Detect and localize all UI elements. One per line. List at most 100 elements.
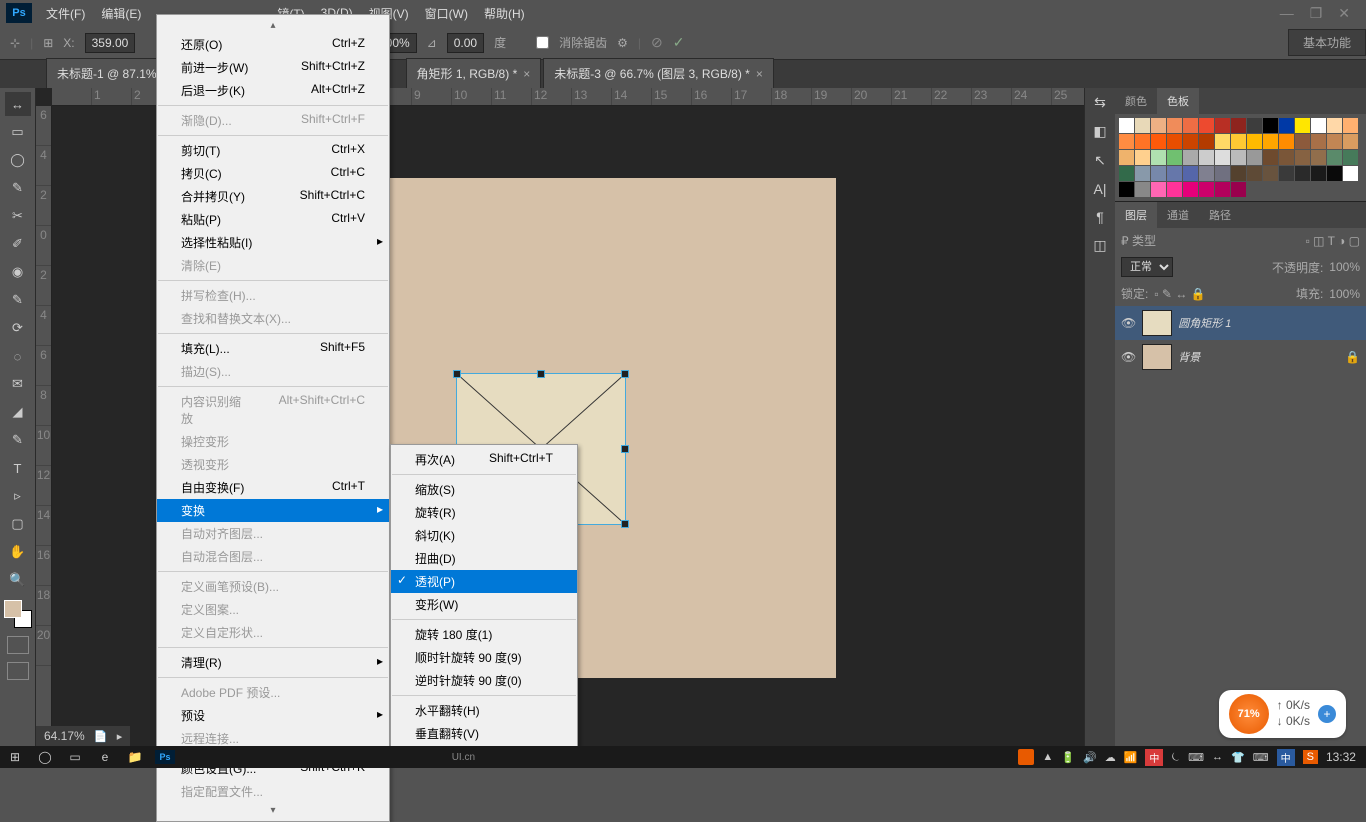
swatch[interactable] [1215, 182, 1230, 197]
submenu-item[interactable]: 旋转(R) [391, 501, 577, 524]
swatch[interactable] [1231, 150, 1246, 165]
swatch[interactable] [1231, 182, 1246, 197]
swatch[interactable] [1279, 166, 1294, 181]
menu-item[interactable]: 粘贴(P)Ctrl+V [157, 208, 389, 231]
expand-widget-icon[interactable]: + [1318, 705, 1336, 723]
handle-tr[interactable] [621, 370, 629, 378]
tab-paths[interactable]: 路径 [1199, 202, 1241, 228]
tool-0[interactable]: ↔ [5, 92, 31, 116]
swatch[interactable] [1263, 166, 1278, 181]
workspace-selector[interactable]: 基本功能 [1288, 29, 1366, 56]
swatch[interactable] [1295, 134, 1310, 149]
side-icon-3[interactable]: A| [1094, 181, 1107, 197]
menu-item[interactable]: 还原(O)Ctrl+Z [157, 33, 389, 56]
tab-channels[interactable]: 通道 [1157, 202, 1199, 228]
clock[interactable]: 13:32 [1326, 750, 1356, 764]
swatch[interactable] [1279, 118, 1294, 133]
close-button[interactable]: ✕ [1338, 5, 1350, 22]
swatch[interactable] [1167, 166, 1182, 181]
swatch[interactable] [1183, 134, 1198, 149]
swatch[interactable] [1263, 118, 1278, 133]
swatch[interactable] [1231, 166, 1246, 181]
tool-15[interactable]: ▢ [5, 512, 31, 536]
swatch[interactable] [1167, 182, 1182, 197]
submenu-item[interactable]: 旋转 180 度(1) [391, 623, 577, 646]
x-field[interactable]: 359.00 [85, 33, 136, 53]
swatch[interactable] [1343, 150, 1358, 165]
menu-item[interactable]: 拷贝(C)Ctrl+C [157, 162, 389, 185]
submenu-item[interactable]: 斜切(K) [391, 524, 577, 547]
system-monitor-widget[interactable]: 71% ↑ 0K/s ↓ 0K/s + [1219, 690, 1346, 738]
ime-icon[interactable]: 👕 [1231, 751, 1245, 764]
ime-icon[interactable]: ⏾ [1171, 751, 1180, 764]
opacity-value[interactable]: 100% [1329, 260, 1360, 274]
swatch[interactable] [1279, 150, 1294, 165]
swatch[interactable] [1135, 118, 1150, 133]
swatch[interactable] [1215, 150, 1230, 165]
swatch[interactable] [1183, 118, 1198, 133]
grid-icon[interactable]: ⊞ [43, 36, 53, 50]
menu-edit[interactable]: 编辑(E) [93, 1, 149, 26]
tool-16[interactable]: ✋ [5, 540, 31, 564]
tray-icon[interactable]: 🔊 [1083, 751, 1097, 764]
ime-icon[interactable]: ⌨ [1253, 751, 1269, 764]
swatch[interactable] [1183, 182, 1198, 197]
tool-3[interactable]: ✎ [5, 176, 31, 200]
submenu-item[interactable]: 再次(A)Shift+Ctrl+T [391, 448, 577, 471]
layer-row[interactable]: 👁背景🔒 [1115, 340, 1366, 374]
menu-help[interactable]: 帮助(H) [476, 1, 533, 26]
side-icon-2[interactable]: ↖ [1094, 152, 1106, 169]
swatch[interactable] [1151, 166, 1166, 181]
swatch[interactable] [1151, 118, 1166, 133]
taskbar-icon-2[interactable]: ▭ [60, 746, 90, 768]
tray-icon[interactable]: ▲ [1042, 751, 1053, 763]
cancel-transform-icon[interactable]: ⊘ [651, 34, 663, 51]
swatch[interactable] [1343, 134, 1358, 149]
swatch[interactable] [1119, 166, 1134, 181]
swatch[interactable] [1151, 150, 1166, 165]
layer-row[interactable]: 👁圆角矩形 1 [1115, 306, 1366, 340]
tool-1[interactable]: ▭ [5, 120, 31, 144]
doc-tab-1[interactable]: 未标题-1 @ 87.1% [46, 58, 168, 88]
swatch[interactable] [1119, 134, 1134, 149]
blend-mode-select[interactable]: 正常 [1121, 257, 1173, 277]
maximize-button[interactable]: ❐ [1310, 5, 1323, 22]
swatch[interactable] [1183, 150, 1198, 165]
swatch[interactable] [1295, 118, 1310, 133]
ime-icon[interactable]: 中 [1145, 749, 1163, 766]
interpolation-icon[interactable]: ⚙ [617, 36, 628, 50]
menu-item[interactable]: 预设 [157, 704, 389, 727]
swatch[interactable] [1247, 166, 1262, 181]
swatch[interactable] [1327, 150, 1342, 165]
tray-icon[interactable]: 📶 [1124, 751, 1138, 764]
close-icon[interactable]: × [756, 67, 763, 81]
tool-11[interactable]: ◢ [5, 400, 31, 424]
side-icon-0[interactable]: ⇆ [1094, 94, 1106, 111]
swatch[interactable] [1215, 118, 1230, 133]
swatch[interactable] [1135, 182, 1150, 197]
menu-window[interactable]: 窗口(W) [417, 1, 476, 26]
submenu-item[interactable]: 扭曲(D) [391, 547, 577, 570]
swatch[interactable] [1199, 166, 1214, 181]
ime-icon[interactable]: ⌨ [1188, 751, 1204, 764]
transform-icon[interactable]: ⊹ [10, 36, 20, 50]
tray-icon[interactable]: ☁ [1105, 751, 1116, 764]
taskbar-icon-4[interactable]: 📁 [120, 746, 150, 768]
side-icon-1[interactable]: ◧ [1093, 123, 1106, 140]
swatch[interactable] [1263, 150, 1278, 165]
tool-5[interactable]: ✐ [5, 232, 31, 256]
tool-10[interactable]: ✉ [5, 372, 31, 396]
tool-8[interactable]: ⟳ [5, 316, 31, 340]
submenu-item[interactable]: 变形(W) [391, 593, 577, 616]
ime-icon[interactable]: S [1303, 750, 1318, 764]
tool-4[interactable]: ✂ [5, 204, 31, 228]
swatch[interactable] [1263, 134, 1278, 149]
tool-6[interactable]: ◉ [5, 260, 31, 284]
menu-item[interactable]: 剪切(T)Ctrl+X [157, 139, 389, 162]
scroll-up-icon[interactable]: ▴ [157, 18, 389, 33]
taskbar-icon-3[interactable]: e [90, 746, 120, 768]
menu-item[interactable]: 清理(R) [157, 651, 389, 674]
swatch[interactable] [1327, 134, 1342, 149]
swatch[interactable] [1199, 118, 1214, 133]
fg-bg-colors[interactable] [4, 600, 32, 628]
